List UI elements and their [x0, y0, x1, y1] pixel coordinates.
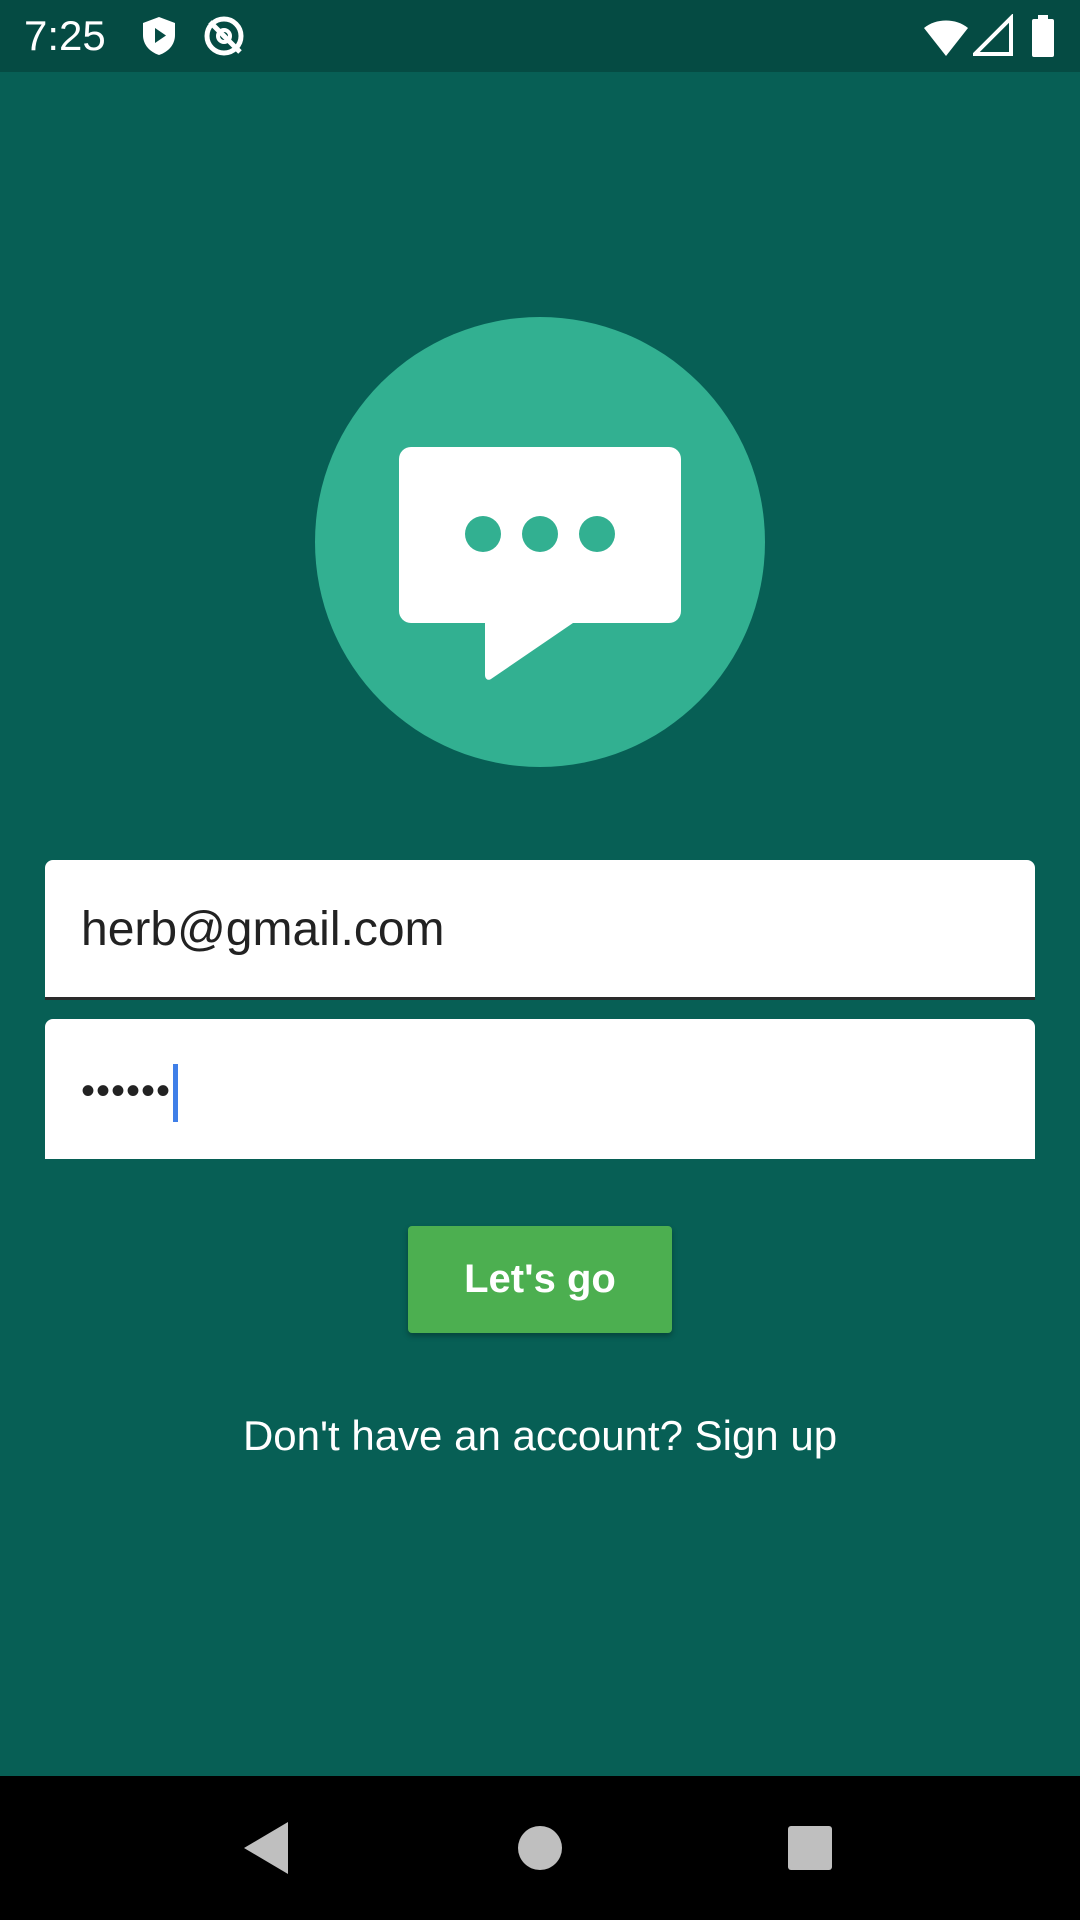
email-field[interactable]: herb@gmail.com — [45, 860, 1035, 1000]
password-field[interactable]: •••••• — [45, 1019, 1035, 1159]
status-bar: 7:25 — [0, 0, 1080, 72]
chat-bubble-icon — [399, 447, 681, 680]
shield-play-icon — [137, 14, 181, 58]
cellular-signal-icon — [973, 14, 1013, 58]
signup-link[interactable]: Don't have an account? Sign up — [0, 1410, 1080, 1462]
navigation-bar — [0, 1776, 1080, 1920]
recents-icon[interactable] — [778, 1816, 842, 1880]
no-signal-circle-icon — [202, 14, 246, 58]
home-icon[interactable] — [508, 1816, 572, 1880]
status-time: 7:25 — [24, 12, 106, 59]
password-value: •••••• — [81, 1063, 179, 1123]
email-value: herb@gmail.com — [81, 903, 445, 956]
login-screen: 7:25 herb@gmail.com •••••• Let's go Don'… — [0, 0, 1080, 1920]
lets-go-button[interactable]: Let's go — [408, 1226, 672, 1333]
password-dots: •••••• — [81, 1069, 172, 1113]
battery-icon — [1030, 14, 1056, 58]
wifi-icon — [922, 14, 970, 58]
app-logo — [315, 317, 765, 767]
back-icon[interactable] — [236, 1816, 300, 1880]
text-caret — [173, 1064, 179, 1123]
